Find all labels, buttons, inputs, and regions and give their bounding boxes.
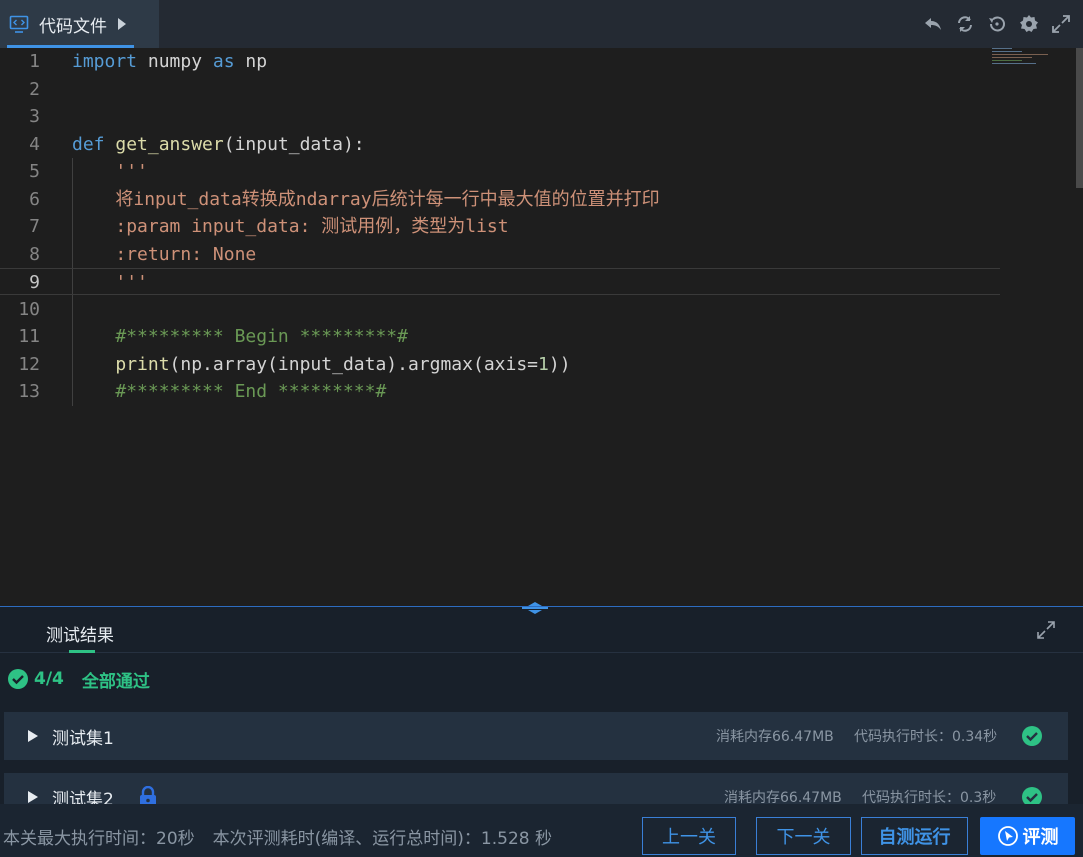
caret-right-icon (118, 18, 126, 30)
results-header: 测试结果 (0, 607, 1083, 653)
code-line[interactable]: 4 def get_answer(input_data): (0, 131, 1000, 158)
code-text: :return: None (115, 243, 257, 265)
results-status: 全部通过 (81, 671, 150, 692)
code-line[interactable]: 9 ''' (0, 268, 1000, 295)
code-file-icon (9, 15, 29, 33)
code-text: #********* End *********# (115, 381, 387, 402)
line-number: 12 (18, 353, 40, 375)
line-number: 1 (29, 51, 40, 72)
line-number: 3 (29, 106, 40, 127)
refresh-icon (958, 16, 972, 32)
code-text: def get_answer(input_data): (72, 133, 365, 155)
history-icon (989, 16, 1005, 32)
check-circle-icon (8, 669, 28, 689)
line-number: 9 (29, 272, 40, 293)
code-line[interactable]: 5 ''' (0, 158, 1000, 185)
code-text: :param input_data: 测试用例，类型为list (115, 216, 509, 237)
undo-icon (925, 18, 941, 30)
evaluate-cursor-icon (997, 826, 1018, 846)
evaluate-button-label: 评测 (1022, 827, 1059, 848)
code-text: print(np.array(input_data).argmax(axis=1… (115, 353, 571, 375)
code-line[interactable]: 13 #********* End *********# (0, 378, 1000, 405)
fullscreen-icon (1052, 15, 1070, 33)
results-summary: 4/4 全部通过 (8, 667, 150, 692)
evaluate-button[interactable]: 评测 (980, 817, 1075, 855)
code-line[interactable]: 1 import numpy as np (0, 48, 1000, 75)
max-execution-time: 本关最大执行时间：20秒 (3, 829, 195, 849)
test-set-time: 代码执行时长：0.34秒 (854, 729, 998, 745)
expand-icon[interactable] (1037, 621, 1055, 639)
evaluation-duration: 本次评测耗时(编译、运行总时间)：1.528 秒 (212, 829, 552, 849)
caret-right-icon (28, 730, 38, 742)
test-set-name: 测试集1 (52, 728, 114, 749)
tab-test-results[interactable]: 测试结果 (46, 621, 114, 653)
code-line[interactable]: 12 print(np.array(input_data).argmax(axi… (0, 351, 1000, 378)
test-set-row[interactable]: 测试集1 消耗内存66.47MB 代码执行时长：0.34秒 (4, 712, 1068, 760)
prev-level-button[interactable]: 上一关 (642, 817, 736, 855)
settings-icon (1020, 15, 1038, 32)
code-file-tab-label: 代码文件 (39, 16, 107, 37)
code-text: import numpy as np (72, 51, 268, 72)
self-test-run-button[interactable]: 自测运行 (861, 817, 968, 855)
code-editor[interactable]: 1 import numpy as np 2 3 4 def get_answer(inp… (0, 48, 1083, 606)
footer-bar: 本关最大执行时间：20秒 本次评测耗时(编译、运行总时间)：1.528 秒 上一关… (0, 804, 1083, 857)
line-number: 7 (29, 216, 40, 237)
minimap[interactable] (992, 48, 1052, 88)
line-number: 2 (29, 78, 40, 100)
code-text: 将input_data转换成ndarray后统计每一行中最大值的位置并打印 (115, 188, 660, 210)
code-line[interactable]: 2 (0, 76, 1000, 103)
editor-tabbar: 代码文件 (0, 0, 1083, 48)
code-line[interactable]: 3 (0, 103, 1000, 130)
line-number: 13 (18, 381, 40, 402)
line-number: 6 (29, 188, 40, 210)
code-line[interactable]: 11 #********* Begin *********# (0, 323, 1000, 350)
history-button[interactable] (981, 8, 1013, 40)
test-set-memory: 消耗内存66.47MB (716, 729, 834, 745)
line-number: 10 (18, 298, 40, 320)
execution-info: 本关最大执行时间：20秒 本次评测耗时(编译、运行总时间)：1.528 秒 (3, 824, 552, 849)
editor-toolbar (917, 0, 1077, 48)
code-text: ''' (115, 161, 148, 182)
line-number: 4 (29, 133, 40, 155)
line-number: 5 (29, 161, 40, 182)
line-number: 8 (29, 243, 40, 265)
code-line[interactable]: 7 :param input_data: 测试用例，类型为list (0, 213, 1000, 240)
results-score: 4/4 (34, 669, 64, 689)
line-number: 11 (18, 326, 40, 347)
code-line[interactable]: 8 :return: None (0, 241, 1000, 268)
undo-button[interactable] (917, 8, 949, 40)
fullscreen-button[interactable] (1045, 8, 1077, 40)
code-text: ''' (115, 272, 148, 293)
code-text: #********* Begin *********# (115, 326, 408, 347)
code-line[interactable]: 10 (0, 296, 1000, 323)
caret-right-icon (28, 791, 38, 803)
code-file-tab[interactable]: 代码文件 (0, 0, 159, 48)
next-level-button[interactable]: 下一关 (756, 817, 851, 855)
check-circle-icon (1022, 726, 1042, 746)
refresh-button[interactable] (949, 8, 981, 40)
settings-button[interactable] (1013, 8, 1045, 40)
editor-scrollbar[interactable] (1076, 48, 1083, 188)
code-line[interactable]: 6 将input_data转换成ndarray后统计每一行中最大值的位置并打印 (0, 186, 1000, 213)
